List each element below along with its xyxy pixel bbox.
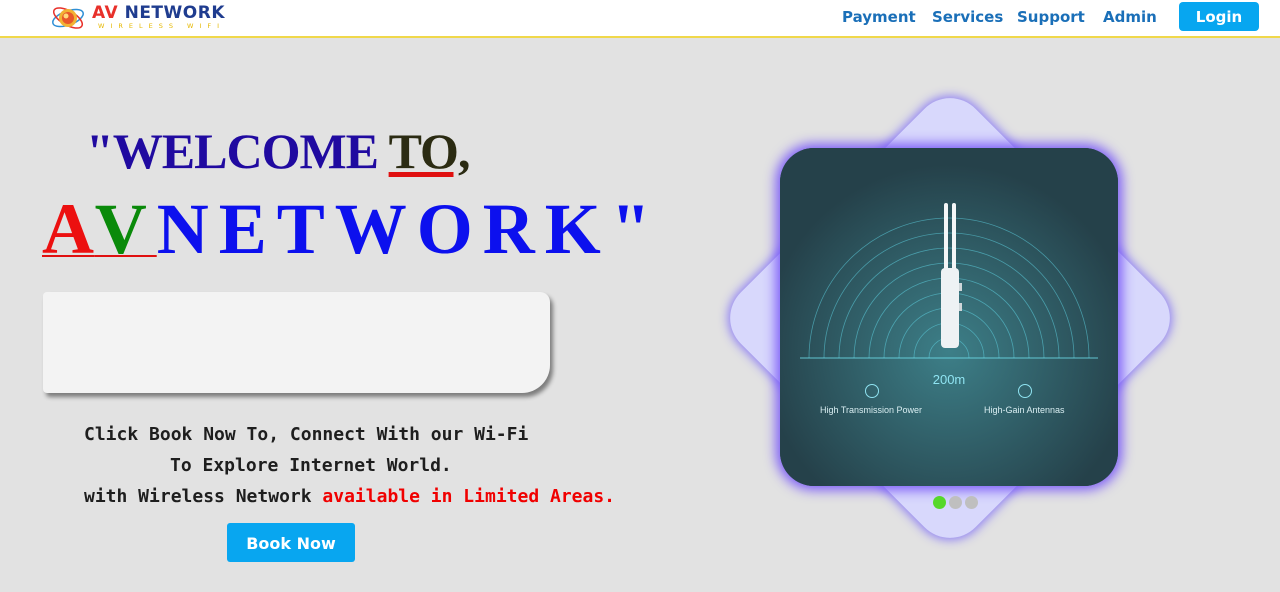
message-line-3-prefix: with Wireless Network (84, 486, 323, 507)
brand-letter-a: A (42, 189, 95, 269)
brand-heading: AVNETWORK" (42, 188, 661, 271)
globe-logo-icon (52, 7, 84, 29)
login-button[interactable]: Login (1179, 2, 1259, 31)
nav-payment[interactable]: Payment (842, 8, 916, 26)
message-line-3: with Wireless Network available in Limit… (84, 481, 684, 512)
nav-admin[interactable]: Admin (1103, 8, 1157, 26)
carousel-dot-3[interactable] (965, 496, 978, 509)
range-label: 200m (932, 372, 966, 387)
nav-services[interactable]: Services (932, 8, 1003, 26)
carousel-dot-1[interactable] (933, 496, 946, 509)
antenna-icon (1018, 384, 1032, 398)
logo-network: NETWORK (124, 3, 225, 23)
welcome-heading: "WELCOME TO, (86, 122, 471, 180)
site-logo[interactable]: AV NETWORK WIRELESS WIFI (50, 2, 250, 34)
top-navbar: AV NETWORK WIRELESS WIFI Payment Service… (0, 0, 1280, 38)
feature-transmission-power: High Transmission Power (820, 405, 923, 415)
carousel-dot-2[interactable] (949, 496, 962, 509)
logo-tagline: WIRELESS WIFI (98, 22, 226, 30)
brand-letter-v: V (94, 189, 157, 269)
transmission-icon (865, 384, 879, 398)
hero-message: Click Book Now To, Connect With our Wi-F… (84, 419, 684, 512)
feature-high-gain-antennas: High-Gain Antennas (984, 405, 1065, 415)
brand-av: AV (42, 189, 157, 269)
message-line-2: To Explore Internet World. (170, 455, 452, 476)
blank-info-card (43, 292, 550, 393)
brand-network: NETWORK" (156, 189, 661, 269)
message-line-1: Click Book Now To, Connect With our Wi-F… (84, 424, 529, 445)
logo-wordmark: AV NETWORK (92, 3, 225, 23)
welcome-prefix: "WELCOME (86, 123, 389, 179)
book-now-button[interactable]: Book Now (227, 523, 355, 562)
access-point-illustration (780, 148, 1118, 486)
logo-av: AV (92, 3, 119, 23)
message-line-3-highlight: available in Limited Areas. (322, 486, 616, 507)
nav-support[interactable]: Support (1017, 8, 1085, 26)
welcome-to: TO, (388, 123, 471, 179)
carousel-indicators (933, 496, 983, 510)
product-image-slide: 200m High Transmission Power High-Gain A… (780, 148, 1118, 486)
